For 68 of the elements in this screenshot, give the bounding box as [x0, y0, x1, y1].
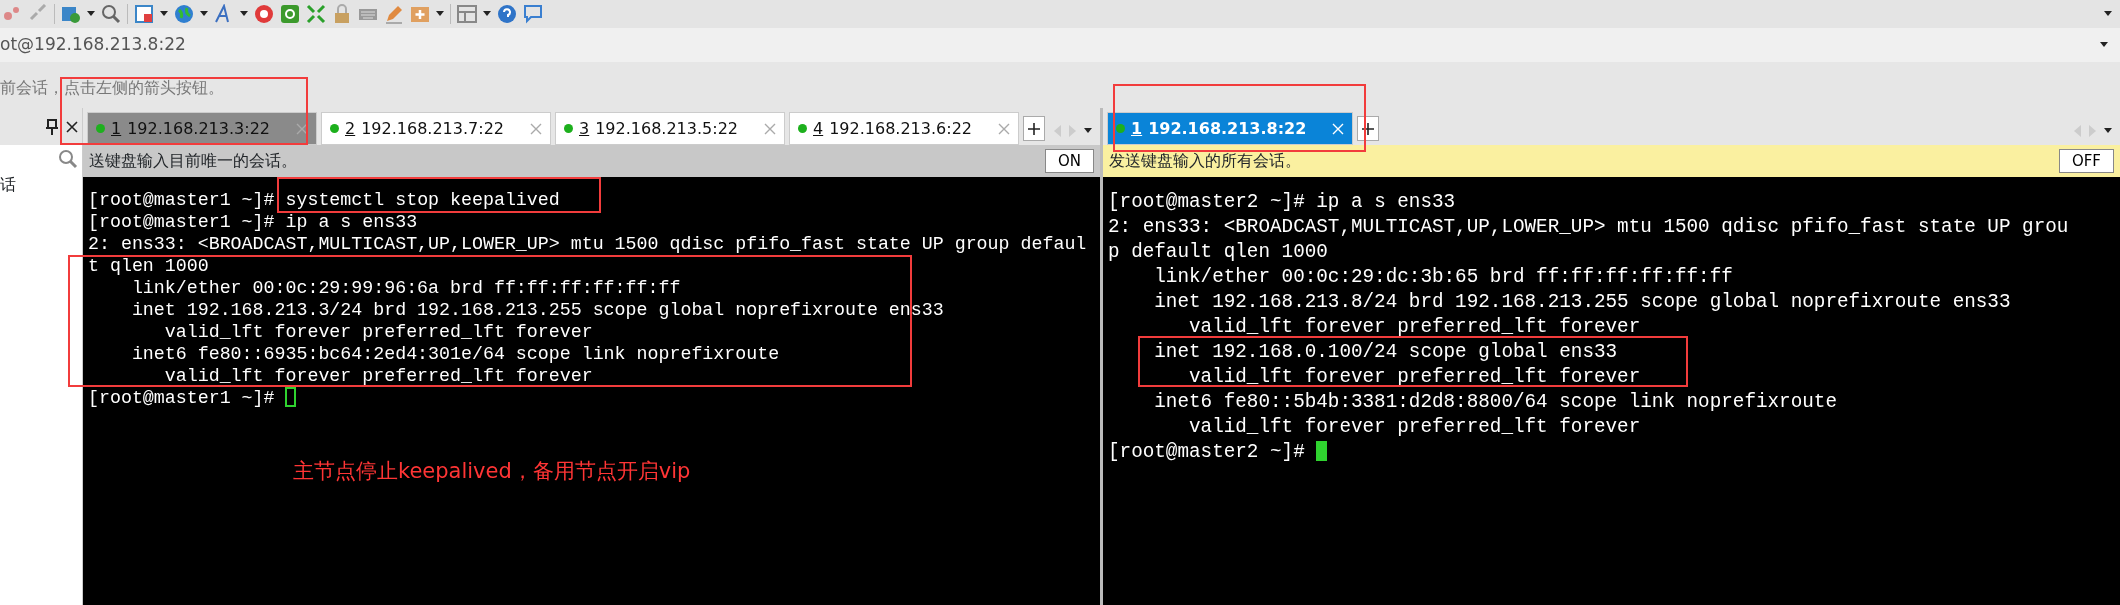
close-icon[interactable]	[66, 120, 78, 133]
plus-icon	[1028, 122, 1040, 135]
pin-icon[interactable]	[46, 118, 58, 135]
caret-icon[interactable]	[483, 11, 491, 17]
hint-text: 前会话，点击左侧的箭头按钮。	[0, 77, 224, 99]
dropdown-caret-icon[interactable]	[2100, 42, 2108, 48]
new-tab-button[interactable]	[1357, 116, 1380, 141]
chat-icon[interactable]	[523, 4, 543, 24]
session-tab[interactable]: 2 192.168.213.7:22	[321, 112, 551, 145]
session-tab[interactable]: 1 192.168.213.3:22	[87, 112, 317, 145]
command-text: ip a s ens33	[285, 212, 418, 232]
terminal-line: valid_lft forever preferred_lft forever	[1188, 315, 1641, 340]
terminal-line: inet 192.168.213.8/24 brd 192.168.213.255 scope global noprefixroute ens33	[1153, 290, 2011, 315]
terminal-line: inet6 fe80::6935:bc64:2ed4:301e/64 scope link noprefixroute	[130, 343, 780, 365]
caret-icon[interactable]	[200, 11, 208, 17]
command-text: ip a s ens33	[1316, 191, 1456, 213]
square-icon[interactable]	[280, 4, 300, 24]
terminal-line: valid_lft forever preferred_lft forever	[1188, 365, 1641, 390]
prompt-text: [root@master1 ~]#	[88, 388, 275, 408]
prompt-text: [root@master2 ~]#	[1108, 191, 1305, 213]
prompt-text: [root@master1 ~]#	[88, 212, 275, 232]
plus-icon[interactable]	[410, 4, 430, 24]
caret-icon[interactable]	[1084, 128, 1092, 134]
new-tab-button[interactable]	[1023, 116, 1045, 141]
caret-icon[interactable]	[2104, 128, 2112, 134]
toggle-button[interactable]: OFF	[2058, 149, 2114, 173]
globe-icon[interactable]	[174, 4, 194, 24]
status-dot	[564, 124, 573, 133]
caret-icon[interactable]	[2104, 11, 2112, 17]
caret-icon[interactable]	[436, 11, 444, 17]
terminal-line: valid_lft forever preferred_lft forever	[163, 321, 593, 343]
terminal-line: inet6 fe80::5b4b:3381:d2d8:8800/64 scope link noprefixroute	[1153, 390, 1837, 415]
toggle-button[interactable]: ON	[1044, 149, 1094, 173]
caret-icon[interactable]	[160, 11, 168, 17]
terminal-line: valid_lft forever preferred_lft forever	[163, 365, 593, 387]
pen-icon[interactable]	[384, 4, 404, 24]
annotation-text: 主节点停止keepalived，备用节点开启vip	[293, 460, 691, 482]
prompt-text: [root@master1 ~]#	[88, 190, 275, 210]
caret-icon[interactable]	[87, 11, 95, 17]
terminal-line: link/ether 00:0c:29:99:96:6a brd ff:ff:ff:ff:ff:ff	[130, 277, 681, 299]
caret-icon[interactable]	[240, 11, 248, 17]
status-dot	[330, 124, 339, 133]
session-tab[interactable]: 4 192.168.213.6:22	[789, 112, 1019, 145]
search-icon[interactable]	[58, 149, 78, 169]
help-icon[interactable]	[497, 4, 517, 24]
terminal-line: link/ether 00:0c:29:dc:3b:65 brd ff:ff:ff:ff:ff:ff	[1153, 265, 1733, 290]
banner-text: 送键盘输入目前唯一的会话。	[89, 150, 297, 172]
lock-icon[interactable]	[332, 4, 352, 24]
status-dot	[798, 124, 807, 133]
layout-icon[interactable]	[134, 4, 154, 24]
terminal-line: valid_lft forever preferred_lft forever	[1188, 415, 1641, 440]
search-icon[interactable]	[101, 4, 121, 24]
terminal-line: 2: ens33: <BROADCAST,MULTICAST,UP,LOWER_UP> mtu 1500 qdisc pfifo_fast state UP grou	[1108, 215, 2069, 240]
terminal-line: p default qlen 1000	[1108, 240, 1328, 265]
sidebar-item[interactable]: 话	[0, 173, 82, 197]
plus-icon	[1362, 122, 1375, 135]
session-tab[interactable]: 1 192.168.213.8:22	[1107, 112, 1354, 145]
status-dot	[96, 124, 105, 133]
prompt-text: [root@master2 ~]#	[1108, 441, 1305, 463]
command-text: systemctl stop keepalived	[285, 190, 560, 210]
session-tab[interactable]: 3 192.168.213.5:22	[555, 112, 785, 145]
expand-icon[interactable]	[306, 4, 326, 24]
banner-text: 发送键盘输入的所有会话。	[1109, 150, 1301, 172]
status-dot	[1116, 124, 1125, 133]
panes-icon[interactable]	[457, 4, 477, 24]
terminal-line: inet 192.168.0.100/24 scope global ens33	[1153, 340, 1618, 365]
terminal-line: t qlen 1000	[88, 255, 209, 277]
terminal-line: 2: ens33: <BROADCAST,MULTICAST,UP,LOWER_UP> mtu 1500 qdisc pfifo_fast state UP group defaul	[88, 233, 1087, 255]
